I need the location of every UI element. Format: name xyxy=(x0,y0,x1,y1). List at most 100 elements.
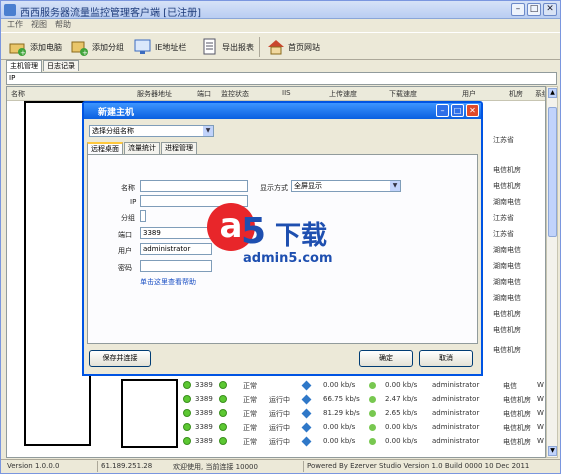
grid-header: 名称 服务器地址 端口 监控状态 IIS 上传速度 下载速度 用户 机房 系统 xyxy=(7,87,545,101)
tab-process-manager[interactable]: 进程管理 xyxy=(161,142,197,154)
home-site-button[interactable]: 首页网站 xyxy=(267,36,320,58)
redacted-name-column xyxy=(24,101,91,446)
down-arrow-icon xyxy=(369,396,376,403)
monitor-icon xyxy=(134,38,152,56)
col-user[interactable]: 用户 xyxy=(462,89,476,99)
dialog-maximize-button[interactable]: □ xyxy=(451,104,464,117)
add-group-button[interactable]: + 添加分组 xyxy=(71,36,124,58)
online-status-icon xyxy=(183,395,191,403)
room-cell: 湖南电信 xyxy=(493,294,521,302)
online-status-icon xyxy=(183,381,191,389)
dialog-title: 新建主机 xyxy=(98,108,135,118)
col-iis[interactable]: IIS xyxy=(282,89,291,97)
col-download[interactable]: 下载速度 xyxy=(389,89,417,99)
monitor-ok-icon xyxy=(219,381,227,389)
dialog-close-button[interactable]: ✕ xyxy=(466,104,479,117)
online-status-icon xyxy=(183,437,191,445)
scroll-up-icon[interactable]: ▲ xyxy=(548,88,557,98)
status-ip: 61.189.251.28 xyxy=(101,462,153,470)
port-label: 端口 xyxy=(118,231,132,239)
toolbar: + 添加电脑 + 添加分组 IE地址栏 导出报表 首页网站 xyxy=(1,32,560,60)
online-status-icon xyxy=(183,409,191,417)
help-link[interactable]: 单击这里查看帮助 xyxy=(140,277,196,287)
close-button[interactable]: ✕ xyxy=(543,3,557,16)
save-connect-button[interactable]: 保存并连接 xyxy=(89,350,151,367)
scroll-thumb[interactable] xyxy=(548,107,557,237)
display-mode-label: 显示方式 xyxy=(260,184,288,192)
grid-scrollbar[interactable]: ▲ ▼ xyxy=(546,86,558,458)
room-cell: 湖南电信 xyxy=(493,262,521,270)
room-cell: 湖南电信 xyxy=(493,278,521,286)
iis-icon xyxy=(301,422,312,433)
minimize-button[interactable]: – xyxy=(511,3,525,16)
col-upload[interactable]: 上传速度 xyxy=(329,89,357,99)
menu-view[interactable]: 视图 xyxy=(31,19,47,30)
menu-bar: 工作 视图 帮助 xyxy=(1,19,560,31)
room-cell: 电信机房 xyxy=(493,310,521,318)
room-cell: 电信机房 xyxy=(493,326,521,334)
col-system[interactable]: 系统 xyxy=(535,89,545,99)
addr-label: IP xyxy=(130,198,137,206)
watermark-text: 下载 xyxy=(275,221,328,251)
home-site-label: 首页网站 xyxy=(288,42,320,52)
down-arrow-icon xyxy=(369,382,376,389)
dialog-minimize-button[interactable]: – xyxy=(436,104,449,117)
tab-traffic-stats[interactable]: 流量统计 xyxy=(124,142,160,154)
room-cell: 江苏省 xyxy=(493,136,514,144)
iis-icon xyxy=(301,394,312,405)
ok-button[interactable]: 确定 xyxy=(359,350,413,367)
tab-remote-desktop[interactable]: 远程桌面 xyxy=(87,142,123,154)
export-report-button[interactable]: 导出报表 xyxy=(201,36,254,58)
main-tabs: 主机管理 日志记录 xyxy=(6,60,80,72)
room-cell: 江苏省 xyxy=(493,230,514,238)
menu-help[interactable]: 帮助 xyxy=(55,19,71,30)
group-select[interactable]: 选择分组名称 ▼ xyxy=(89,125,214,137)
col-port[interactable]: 端口 xyxy=(197,89,211,99)
add-group-icon: + xyxy=(71,38,89,57)
menu-work[interactable]: 工作 xyxy=(7,19,23,30)
password-field[interactable] xyxy=(140,260,212,272)
down-arrow-icon xyxy=(369,410,376,417)
col-monitor[interactable]: 监控状态 xyxy=(221,89,249,99)
display-mode-select[interactable]: 全屏显示 ▼ xyxy=(291,180,401,192)
port-field[interactable]: 3389 xyxy=(140,227,212,239)
user-label: 用户 xyxy=(118,247,132,255)
room-cell: 电信机房 xyxy=(493,346,521,354)
status-bar: Version 1.0.0.0 61.189.251.28 欢迎使用, 当前连接… xyxy=(1,459,560,473)
name-field[interactable] xyxy=(140,180,248,192)
add-computer-button[interactable]: + 添加电脑 xyxy=(9,36,62,58)
ie-address-label: IE地址栏 xyxy=(155,42,187,52)
ie-address-button[interactable]: IE地址栏 xyxy=(134,36,186,58)
room-cell: 湖南电信 xyxy=(493,198,521,206)
maximize-button[interactable]: □ xyxy=(527,3,541,16)
status-memo: Powered By Ezerver Studio Version 1.0 Bu… xyxy=(307,462,530,470)
svg-text:+: + xyxy=(20,49,26,56)
add-computer-label: 添加电脑 xyxy=(30,42,62,52)
add-computer-icon: + xyxy=(9,38,27,57)
monitor-ok-icon xyxy=(219,409,227,417)
group-field[interactable] xyxy=(140,210,146,222)
user-field[interactable]: administrator xyxy=(140,243,212,255)
room-cell: 江苏省 xyxy=(493,214,514,222)
col-address[interactable]: 服务器地址 xyxy=(137,89,172,99)
cancel-button[interactable]: 取消 xyxy=(419,350,473,367)
filter-input[interactable]: IP xyxy=(6,72,557,85)
col-room[interactable]: 机房 xyxy=(509,89,523,99)
app-icon xyxy=(4,4,16,16)
home-icon xyxy=(267,38,285,56)
tab-log-records[interactable]: 日志记录 xyxy=(43,60,79,71)
watermark-5: 5 xyxy=(241,211,267,252)
title-bar: 西西服务器流量监控管理客户端 [已注册] – □ ✕ xyxy=(1,1,560,19)
window-title: 西西服务器流量监控管理客户端 [已注册] xyxy=(20,8,201,19)
col-name[interactable]: 名称 xyxy=(11,89,25,99)
tab-host-management[interactable]: 主机管理 xyxy=(6,60,42,72)
room-cell: 湖南电信 xyxy=(493,246,521,254)
scroll-down-icon[interactable]: ▼ xyxy=(548,446,557,456)
status-version: Version 1.0.0.0 xyxy=(7,462,60,470)
export-report-label: 导出报表 xyxy=(222,42,254,52)
password-label: 密码 xyxy=(118,264,132,272)
display-mode-value: 全屏显示 xyxy=(294,182,322,190)
dialog-title-bar: 新建主机 – □ ✕ xyxy=(84,103,481,119)
online-status-icon xyxy=(183,423,191,431)
watermark-domain: admin5.com xyxy=(243,251,333,266)
